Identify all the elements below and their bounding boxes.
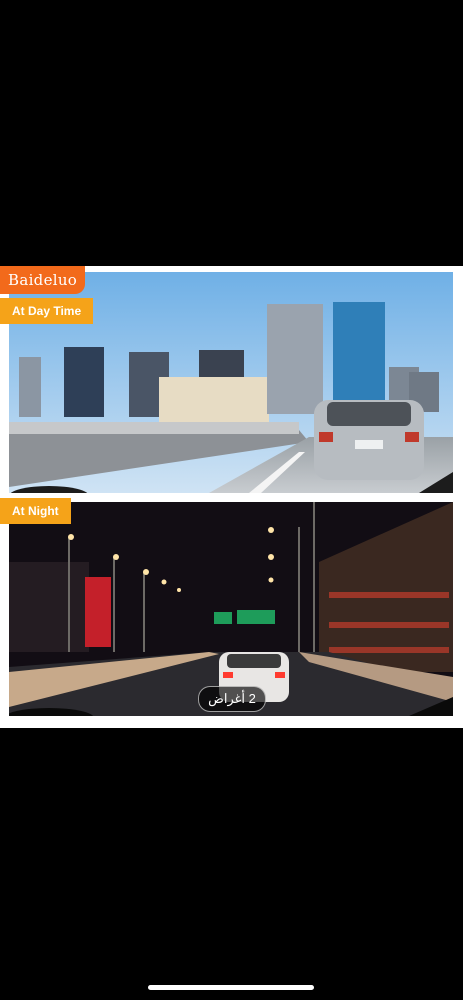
brand-logo-label: Baideluo <box>0 266 86 294</box>
night-photo <box>9 502 453 716</box>
day-time-label: At Day Time <box>0 298 94 324</box>
home-indicator[interactable] <box>148 985 314 990</box>
image-counter-badge[interactable]: 2 أغراض <box>198 686 266 712</box>
product-image-card[interactable]: Baideluo At Day Time At Night 2 أغراض <box>0 266 463 728</box>
night-label: At Night <box>0 498 71 524</box>
